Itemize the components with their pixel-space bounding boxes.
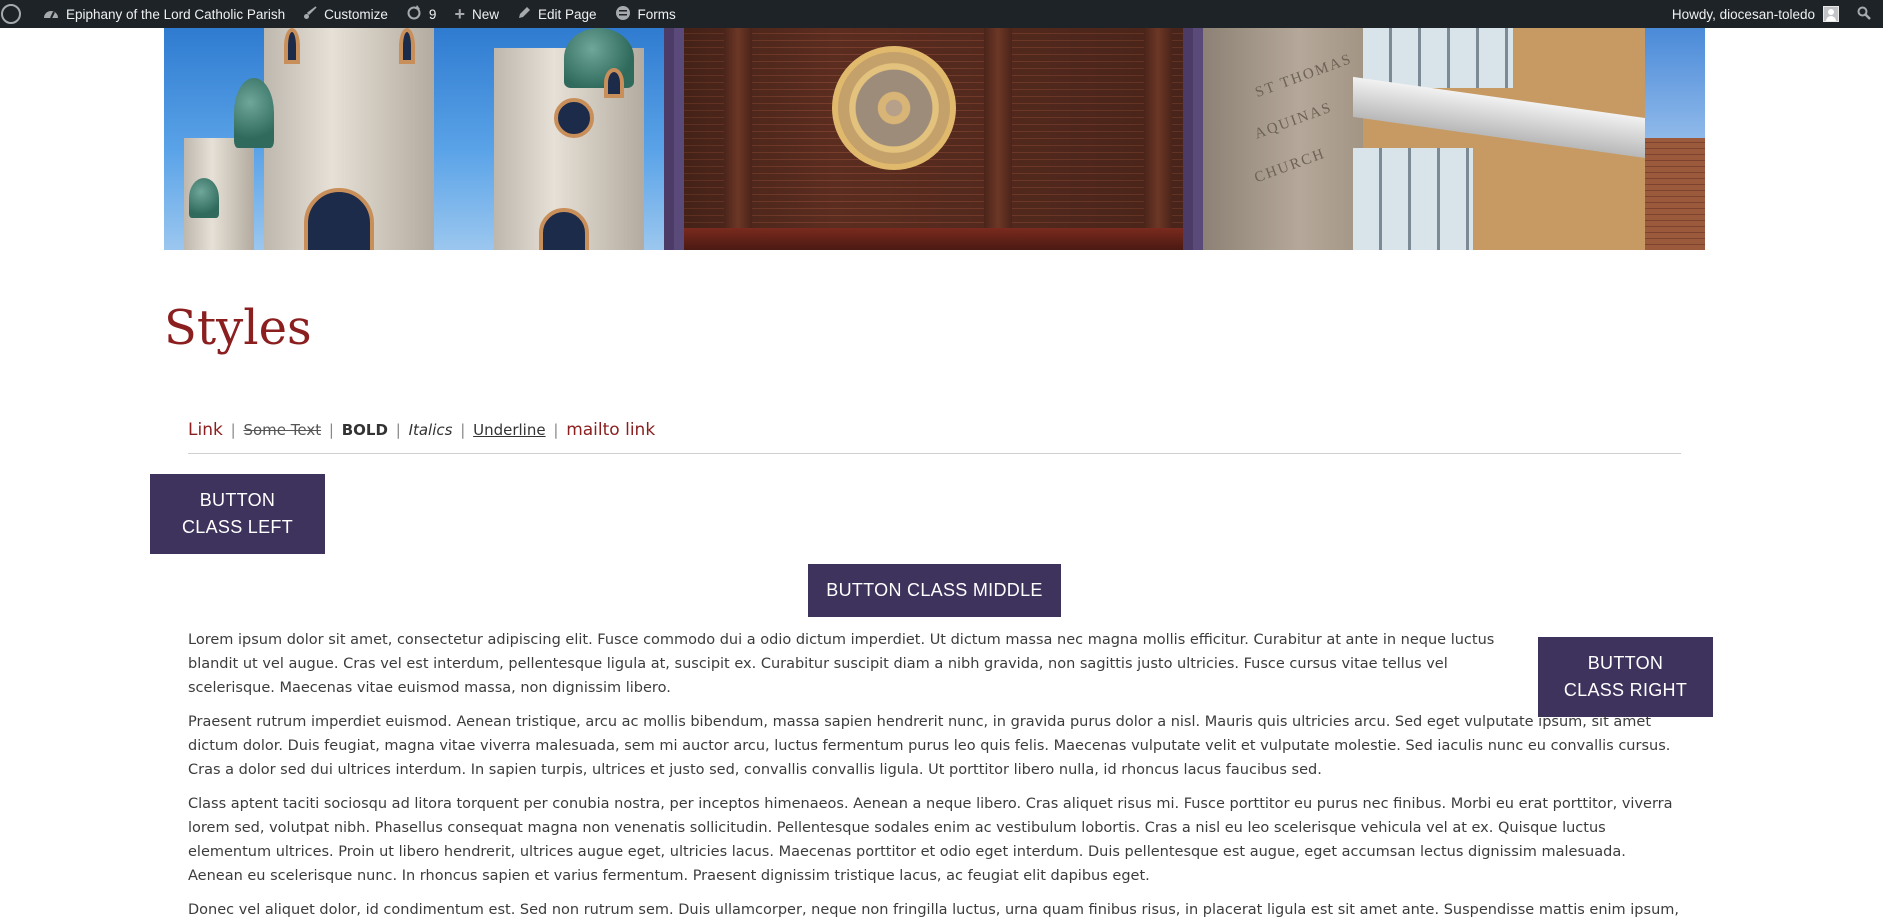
separator: | [460,421,466,439]
forms-icon [615,5,631,24]
page-title: Styles [164,300,312,356]
search-toggle[interactable] [1848,0,1883,28]
customize-label: Customize [324,6,388,22]
updates-link[interactable]: 9 [397,0,446,28]
forms-link[interactable]: Forms [606,0,685,28]
edit-page-label: Edit Page [537,6,597,22]
edit-page-link[interactable]: Edit Page [508,0,606,28]
search-icon [1857,6,1871,23]
separator: | [328,421,334,439]
separator: | [230,421,236,439]
updates-count: 9 [428,6,437,22]
howdy-text: Howdy, diocesan-toledo [1671,6,1815,22]
button-right-line2: CLASS RIGHT [1563,680,1688,700]
italic-text: Italics [408,421,453,439]
wordpress-menu[interactable] [0,0,34,28]
brush-icon [303,5,317,23]
new-label: New [471,6,499,22]
avatar-icon [1823,6,1839,22]
button-class-right[interactable]: BUTTON CLASS RIGHT [1538,637,1713,717]
underline-text: Underline [473,421,546,439]
forms-label: Forms [637,6,676,22]
divider [188,453,1681,454]
formatting-sample-row: Link | Some Text | BOLD | Italics | Unde… [188,420,655,440]
plus-icon: + [454,3,465,24]
new-content-link[interactable]: + New [445,0,508,28]
button-class-left[interactable]: BUTTON CLASS LEFT [150,474,325,554]
separator: | [395,421,401,439]
wordpress-icon [1,4,21,24]
separator: | [553,421,559,439]
bold-text: BOLD [341,421,388,439]
button-right-line1: BUTTON [1587,653,1664,673]
account-menu[interactable]: Howdy, diocesan-toledo [1663,0,1848,28]
site-name-link[interactable]: Epiphany of the Lord Catholic Parish [34,0,294,28]
button-left-line1: BUTTON [199,490,276,510]
customize-link[interactable]: Customize [294,0,397,28]
strikethrough-text: Some Text [243,421,322,439]
button-left-line2: CLASS LEFT [181,517,294,537]
banner-photo-church-towers [164,28,665,250]
pencil-icon [517,6,531,23]
button-class-middle[interactable]: BUTTON CLASS MIDDLE [808,564,1061,617]
mailto-link[interactable]: mailto link [566,420,655,440]
admin-bar: Epiphany of the Lord Catholic Parish Cus… [0,0,1883,28]
body-paragraph: Class aptent taciti sociosqu ad litora t… [188,796,1673,884]
body-paragraph: Donec vel aliquet dolor, id condimentum … [188,902,1679,918]
button-middle-label: BUTTON CLASS MIDDLE [826,580,1043,600]
banner-photo-st-thomas-aquinas: ST THOMAS AQUINAS CHURCH [1202,28,1705,250]
body-paragraph: Lorem ipsum dolor sit amet, consectetur … [188,632,1495,696]
body-paragraph: Praesent rutrum imperdiet euismod. Aenea… [188,714,1671,778]
site-name: Epiphany of the Lord Catholic Parish [66,6,286,22]
dashboard-icon [43,6,59,23]
header-banner: ST THOMAS AQUINAS CHURCH [164,28,1705,250]
updates-icon [406,4,422,24]
sample-link[interactable]: Link [188,420,223,440]
banner-photo-rose-window [684,28,1183,250]
